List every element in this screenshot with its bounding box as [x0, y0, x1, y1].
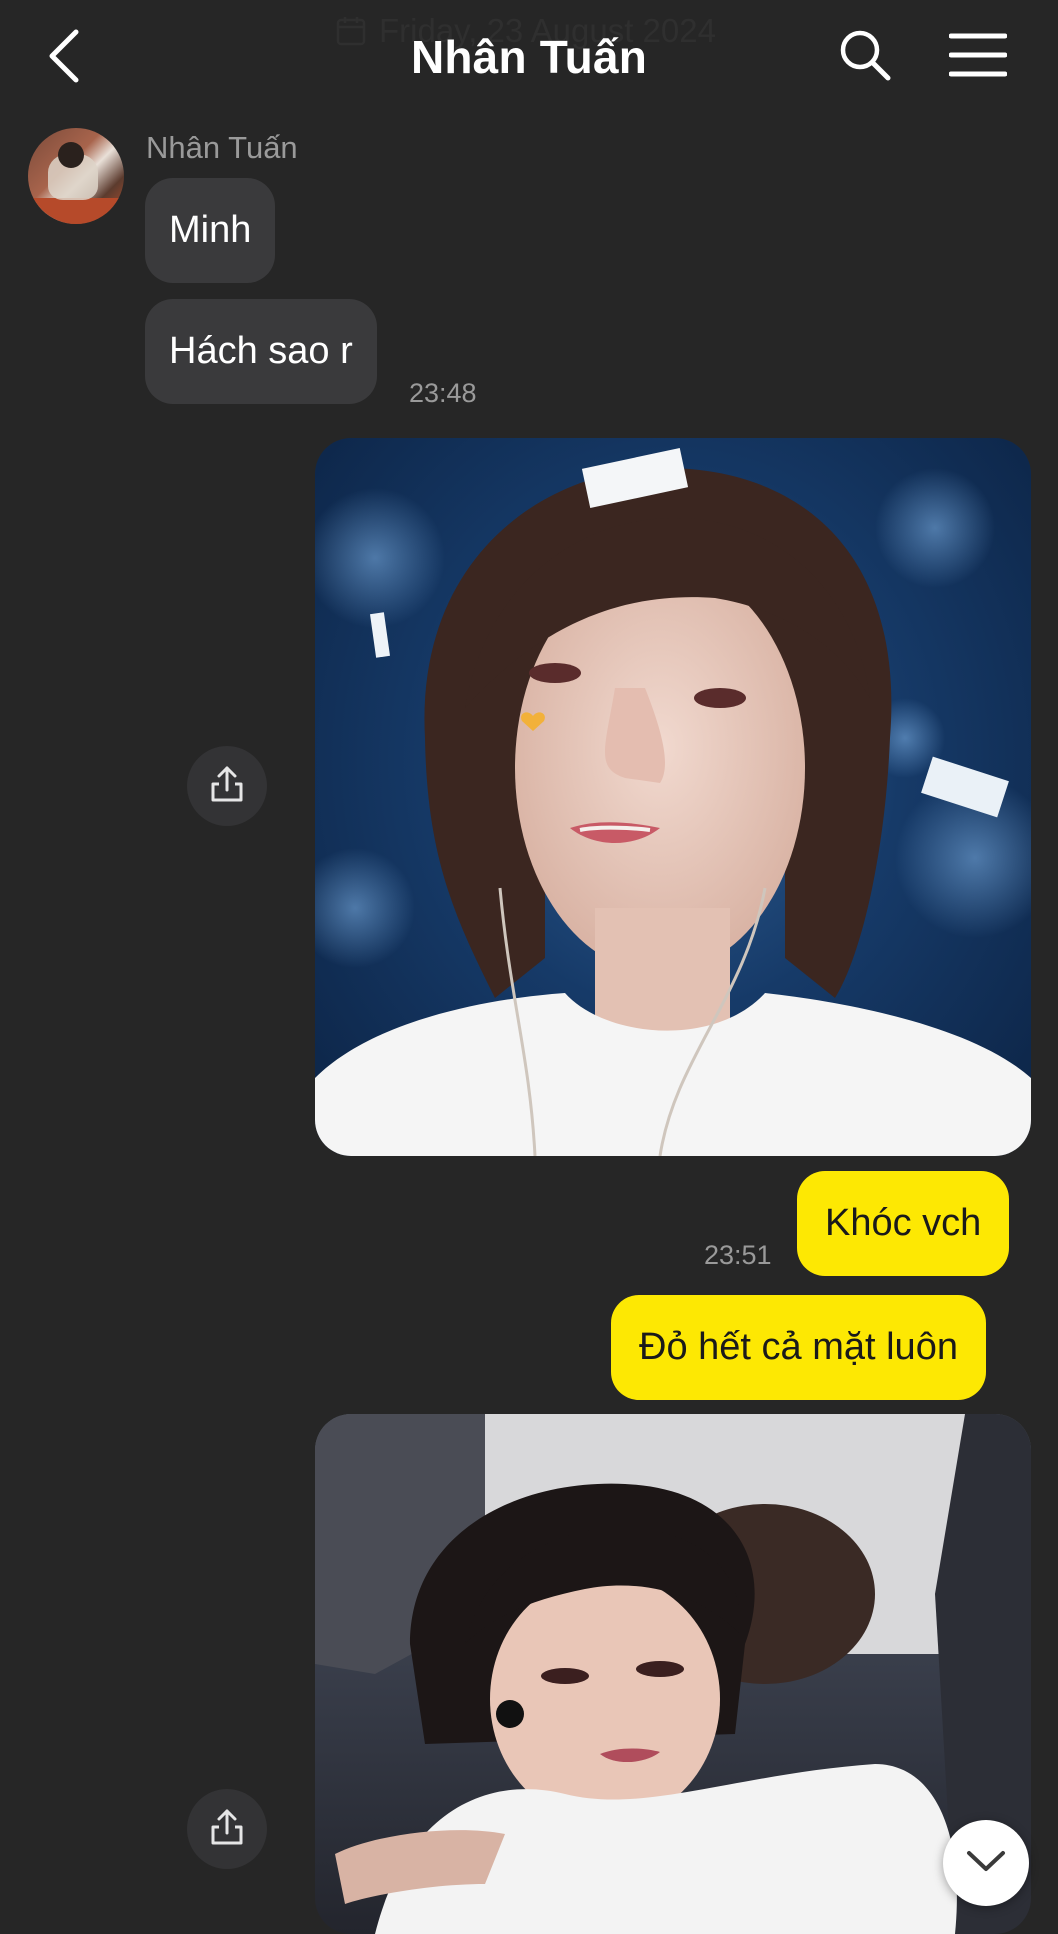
message-time: 23:51 — [704, 1240, 772, 1270]
message-time: 23:48 — [409, 378, 477, 408]
search-icon — [838, 28, 892, 87]
incoming-message[interactable]: Minh — [145, 178, 276, 283]
menu-button[interactable] — [948, 32, 1008, 82]
share-icon — [207, 1807, 247, 1852]
photo-message[interactable] — [315, 1414, 1031, 1934]
avatar[interactable] — [28, 128, 124, 224]
chat-title: Nhân Tuấn — [410, 31, 648, 83]
incoming-message[interactable]: Hách sao r — [145, 299, 377, 404]
outgoing-message[interactable]: Khóc vch — [797, 1171, 1010, 1276]
search-button[interactable] — [836, 28, 894, 86]
scroll-down-button[interactable] — [943, 1820, 1029, 1906]
outgoing-message[interactable]: Đỏ hết cả mặt luôn — [611, 1295, 986, 1400]
share-icon — [207, 764, 247, 809]
sender-name: Nhân Tuấn — [146, 130, 298, 165]
chevron-down-icon — [966, 1849, 1006, 1878]
photo-message[interactable] — [315, 438, 1031, 1156]
photo-crying-singer-image — [315, 448, 1031, 1156]
hamburger-menu-icon — [948, 32, 1008, 83]
share-button[interactable] — [187, 746, 267, 826]
photo-hug-image — [315, 1414, 1031, 1934]
share-button[interactable] — [187, 1789, 267, 1869]
